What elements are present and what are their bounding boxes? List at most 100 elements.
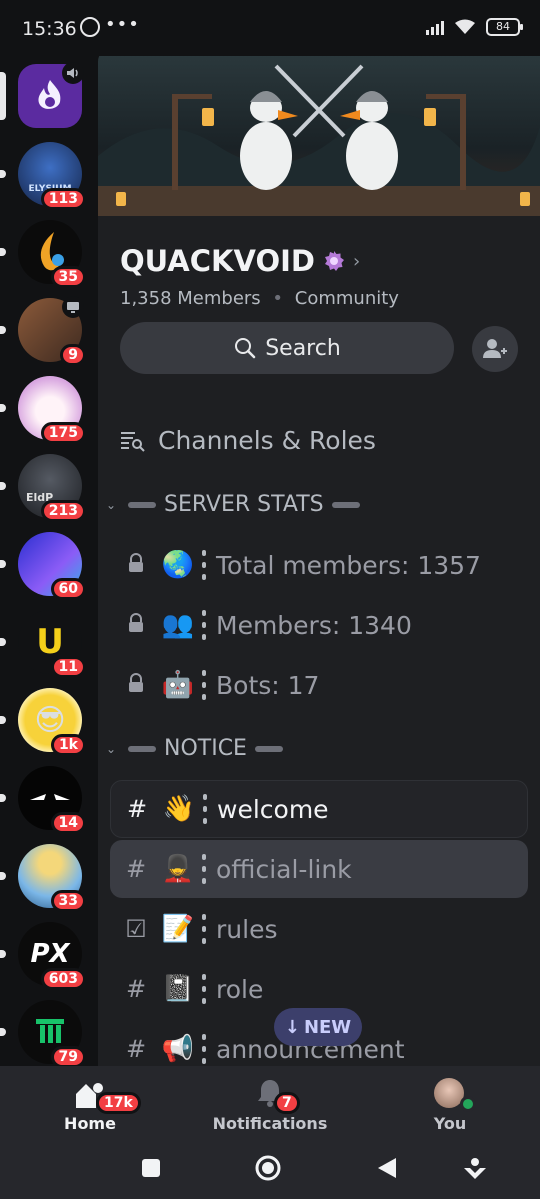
back-button[interactable] — [372, 1153, 402, 1183]
server-icon-pillar[interactable]: 79 — [0, 1000, 86, 1066]
category-server-stats[interactable]: ⌄ SERVER STATS — [106, 492, 360, 517]
server-icon-unicorn[interactable]: 175 — [0, 376, 86, 444]
lock-icon — [122, 671, 150, 699]
server-rail[interactable]: ELYSIUM 113 35 9 175 EldP 213 — [0, 56, 98, 1066]
home-system-button[interactable] — [253, 1153, 283, 1183]
square-icon — [142, 1159, 160, 1177]
server-icon-cool-face[interactable]: 😎 1k — [0, 688, 86, 756]
signal-icon — [426, 19, 444, 35]
server-meta: 1,358 Members • Community — [120, 288, 399, 309]
server-icon-elysium[interactable]: ELYSIUM 113 — [0, 142, 86, 210]
unread-badge: 79 — [50, 1046, 86, 1066]
server-icon-nft[interactable]: 60 — [0, 532, 86, 600]
notebook-icon: 📓 — [161, 974, 195, 1004]
server-title[interactable]: QUACKVOID › — [120, 244, 360, 278]
server-icon-selected[interactable] — [0, 62, 84, 128]
robot-icon: 🤖 — [161, 670, 195, 700]
channels-and-roles-button[interactable]: Channels & Roles — [120, 426, 376, 455]
assistant-icon — [464, 1158, 486, 1179]
channel-bots[interactable]: 🤖 Bots: 17 — [110, 656, 528, 714]
screen-share-icon — [62, 296, 84, 318]
add-user-icon — [483, 339, 507, 358]
separator-icon — [202, 670, 206, 700]
bottom-nav: 17k Home 7 Notifications You — [0, 1066, 540, 1141]
server-icon-legend[interactable]: 9 — [0, 296, 86, 366]
separator-icon — [202, 974, 206, 1004]
back-triangle-icon — [378, 1158, 396, 1178]
separator-icon — [203, 794, 207, 824]
server-icon-px[interactable]: PX 603 — [0, 922, 86, 990]
channel-rules[interactable]: ☑ 📝 rules — [110, 900, 528, 958]
search-label: Search — [265, 335, 341, 361]
hash-icon: # — [125, 1035, 147, 1063]
server-icon-u-coin[interactable]: U 11 — [0, 610, 86, 678]
green-pillar-icon — [36, 1019, 64, 1043]
category-notice[interactable]: ⌄ NOTICE — [106, 736, 283, 761]
megaphone-icon: 📢 — [161, 1034, 195, 1064]
waving-hand-icon: 👋 — [162, 794, 196, 824]
channel-total-members[interactable]: 🌏 Total members: 1357 — [110, 536, 528, 594]
separator-icon — [202, 1034, 206, 1064]
channels-and-roles-label: Channels & Roles — [158, 426, 376, 455]
unread-badge: 14 — [50, 812, 86, 834]
recents-button[interactable] — [136, 1153, 166, 1183]
sunglasses-face-icon: 😎 — [34, 702, 66, 738]
unread-badge: 9 — [60, 344, 86, 366]
unread-badge: 175 — [40, 422, 86, 444]
search-button[interactable]: Search — [120, 322, 454, 374]
tab-label: Notifications — [212, 1114, 328, 1133]
unread-badge: 33 — [50, 890, 86, 912]
whatsapp-icon — [80, 17, 100, 37]
unread-badge: 113 — [40, 188, 86, 210]
channel-welcome[interactable]: # 👋 welcome — [110, 780, 528, 838]
channel-name: Bots: 17 — [216, 670, 320, 700]
assistant-button[interactable] — [460, 1153, 490, 1183]
flame-logo-icon — [38, 80, 61, 109]
channel-name: rules — [216, 914, 278, 944]
px-logo-icon: PX — [30, 939, 70, 969]
separator-icon — [202, 550, 206, 580]
member-count: 1,358 Members — [120, 288, 261, 309]
search-icon — [235, 338, 256, 359]
channel-name: Members: 1340 — [216, 610, 412, 640]
tab-notifications[interactable]: 7 Notifications — [190, 1066, 350, 1141]
separator-icon — [202, 914, 206, 944]
channel-list-icon — [121, 431, 145, 452]
glowing-eyes-icon — [30, 794, 70, 800]
home-badge: 17k — [96, 1092, 141, 1114]
channel-name: welcome — [217, 794, 329, 824]
tab-home[interactable]: 17k Home — [10, 1066, 170, 1141]
channel-panel: QUACKVOID › 1,358 Members • Community Se… — [98, 46, 540, 1066]
server-icon-eldp[interactable]: EldP 213 — [0, 454, 86, 522]
server-icon-flame[interactable]: 35 — [0, 220, 86, 288]
server-icon-eyes[interactable]: 14 — [0, 766, 86, 834]
new-messages-pill[interactable]: ↓ NEW — [274, 1008, 362, 1046]
new-label: NEW — [303, 1016, 352, 1038]
hash-icon: # — [125, 855, 147, 883]
server-banner[interactable] — [98, 46, 540, 216]
channel-name: Total members: 1357 — [216, 550, 481, 580]
voice-speaker-icon — [62, 62, 84, 84]
channel-name: official-link — [216, 854, 352, 884]
tab-you[interactable]: You — [370, 1066, 530, 1141]
unread-badge: 1k — [50, 734, 86, 756]
wifi-icon — [454, 19, 476, 35]
guard-icon: 💂 — [161, 854, 195, 884]
notifications-badge: 7 — [274, 1092, 300, 1114]
circle-home-icon — [255, 1155, 281, 1181]
invite-members-button[interactable] — [472, 326, 518, 372]
system-nav-bar — [0, 1141, 540, 1199]
category-label: SERVER STATS — [164, 492, 324, 517]
server-type: Community — [294, 288, 399, 309]
server-icon-cloud[interactable]: 33 — [0, 844, 86, 912]
arrow-down-icon: ↓ — [284, 1016, 300, 1038]
more-notifications-icon: ••• — [105, 14, 140, 35]
chevron-down-icon: ⌄ — [106, 497, 117, 512]
rules-channel-icon: ☑ — [125, 915, 147, 943]
hash-icon: # — [126, 795, 148, 823]
channel-official-link[interactable]: # 💂 official-link — [110, 840, 528, 898]
channel-members[interactable]: 👥 Members: 1340 — [110, 596, 528, 654]
status-time: 15:36 — [22, 18, 77, 40]
battery-icon: 84 — [486, 18, 523, 36]
memo-icon: 📝 — [161, 914, 195, 944]
